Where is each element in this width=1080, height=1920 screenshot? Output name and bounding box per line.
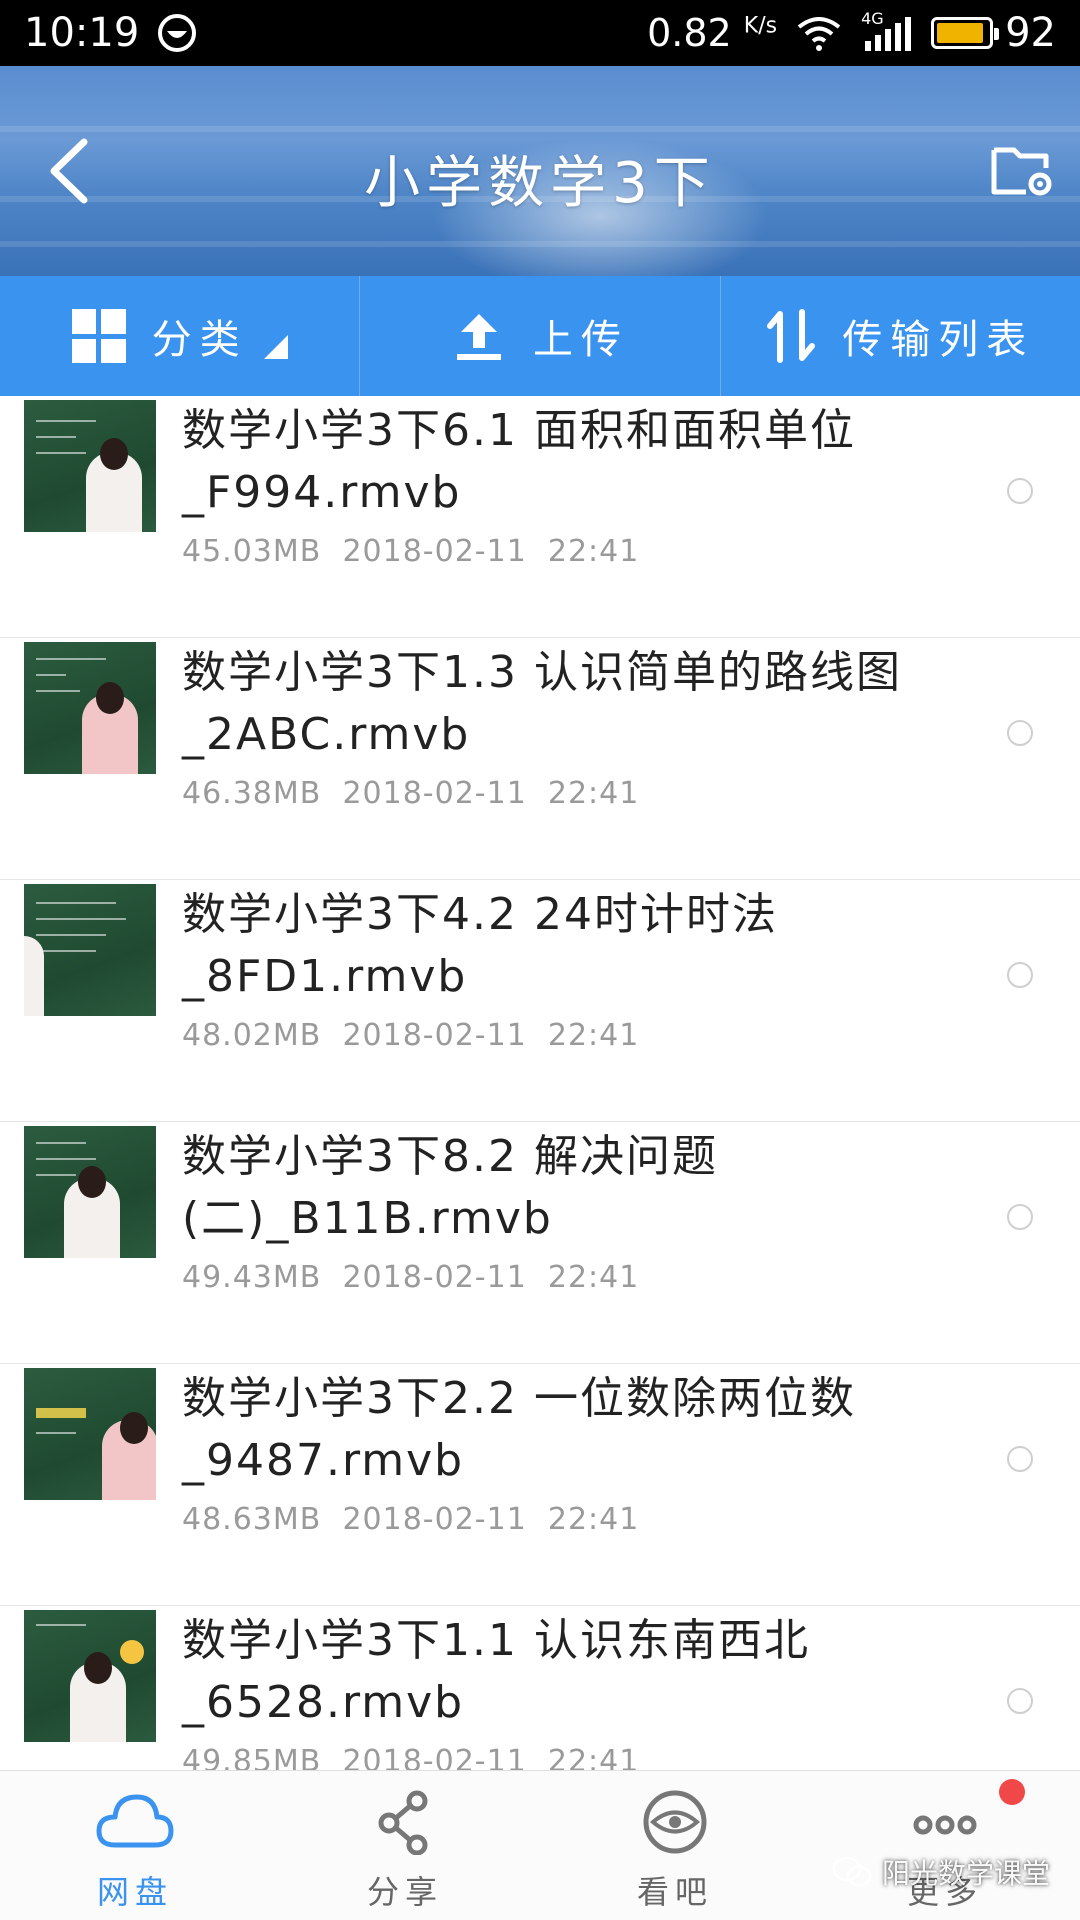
signal-indicator: 4G [861, 9, 913, 53]
file-time: 22:41 [547, 1744, 640, 1770]
status-time: 10:19 [24, 10, 140, 56]
file-meta: 45.03MB 2018-02-11 22:41 [182, 534, 639, 569]
file-meta: 48.02MB 2018-02-11 22:41 [182, 1018, 639, 1053]
file-list-item[interactable]: 数学小学3下6.1 面积和面积单位_F994.rmvb 45.03MB 2018… [0, 396, 1080, 638]
nav-label-watch: 看吧 [636, 1873, 713, 1911]
notification-dot [999, 1779, 1025, 1805]
video-thumbnail [24, 1126, 156, 1258]
file-meta: 49.85MB 2018-02-11 22:41 [182, 1744, 639, 1770]
battery-icon [931, 17, 1000, 49]
file-size: 48.02MB [182, 1018, 322, 1053]
file-name: 数学小学3下2.2 一位数除两位数_9487.rmvb [182, 1373, 856, 1486]
select-radio[interactable] [1007, 720, 1033, 746]
video-thumbnail [24, 1610, 156, 1742]
watermark-text: 阳光数学课堂 [881, 1857, 1050, 1890]
file-size: 46.38MB [182, 776, 322, 811]
header: 小学数学3下 [0, 66, 1080, 276]
battery-indicator: 92 [931, 10, 1056, 56]
folder-settings-button[interactable] [990, 140, 1054, 200]
file-size: 45.03MB [182, 534, 322, 569]
file-size: 48.63MB [182, 1502, 322, 1537]
file-list-item[interactable]: 数学小学3下1.1 认识东南西北_6528.rmvb 49.85MB 2018-… [0, 1606, 1080, 1770]
upload-icon [456, 314, 501, 360]
file-date: 2018-02-11 [342, 1502, 527, 1537]
file-name: 数学小学3下1.1 认识东南西北_6528.rmvb [182, 1615, 810, 1728]
category-button[interactable]: 分类 [0, 276, 361, 396]
file-name: 数学小学3下6.1 面积和面积单位_F994.rmvb [182, 405, 856, 518]
category-label: 分类 [151, 317, 248, 363]
app-notification-icon [158, 14, 197, 52]
dropdown-caret-icon [263, 335, 288, 359]
nav-label-netdisk: 网盘 [96, 1873, 173, 1911]
file-list-item[interactable]: 数学小学3下8.2 解决问题(二)_B11B.rmvb 49.43MB 2018… [0, 1122, 1080, 1364]
toolbar: 分类 上传 传输列表 [0, 276, 1080, 396]
file-date: 2018-02-11 [342, 1260, 527, 1295]
file-date: 2018-02-11 [342, 776, 527, 811]
wifi-icon [797, 17, 841, 51]
eye-icon [643, 1790, 707, 1854]
file-date: 2018-02-11 [342, 1018, 527, 1053]
transfer-list-button[interactable]: 传输列表 [721, 276, 1080, 396]
file-meta: 46.38MB 2018-02-11 22:41 [182, 776, 639, 811]
nav-item-netdisk[interactable]: 网盘 [0, 1771, 270, 1920]
file-time: 22:41 [547, 776, 640, 811]
status-bar: 10:19 0.82 K/s 4G 92 [0, 0, 1080, 66]
grid-icon [71, 309, 126, 363]
nav-item-more[interactable]: 更多 [810, 1771, 1080, 1920]
more-icon [913, 1815, 977, 1835]
share-icon [378, 1790, 428, 1855]
wechat-icon [832, 1856, 872, 1887]
select-radio[interactable] [1007, 478, 1033, 504]
transfer-list-label: 传输列表 [842, 317, 1035, 363]
file-size: 49.43MB [182, 1260, 322, 1295]
video-thumbnail [24, 400, 156, 532]
battery-percent: 92 [1005, 10, 1056, 56]
file-list-item[interactable]: 数学小学3下1.3 认识简单的路线图_2ABC.rmvb 46.38MB 201… [0, 638, 1080, 880]
page-title: 小学数学3下 [364, 151, 716, 216]
file-name: 数学小学3下1.3 认识简单的路线图_2ABC.rmvb [182, 647, 902, 760]
cloud-icon [96, 1794, 174, 1848]
video-thumbnail [24, 884, 156, 1016]
bottom-nav: 网盘 分享 看吧 更多 [0, 1770, 1080, 1920]
signal-icon [865, 17, 912, 51]
upload-label: 上传 [532, 317, 629, 363]
select-radio[interactable] [1007, 962, 1033, 988]
folder-settings-icon [991, 147, 1052, 196]
network-speed: 0.82 K/s [647, 11, 777, 55]
file-meta: 48.63MB 2018-02-11 22:41 [182, 1502, 639, 1537]
network-speed-unit: K/s [743, 13, 778, 39]
file-name: 数学小学3下8.2 解决问题(二)_B11B.rmvb [182, 1131, 718, 1244]
transfer-arrows-icon [767, 309, 816, 363]
select-radio[interactable] [1007, 1204, 1033, 1230]
watermark: 阳光数学课堂 [832, 1852, 1050, 1892]
select-radio[interactable] [1007, 1688, 1033, 1714]
file-list-item[interactable]: 数学小学3下2.2 一位数除两位数_9487.rmvb 48.63MB 2018… [0, 1364, 1080, 1606]
file-date: 2018-02-11 [342, 1744, 527, 1770]
file-time: 22:41 [547, 1260, 640, 1295]
file-meta: 49.43MB 2018-02-11 22:41 [182, 1260, 639, 1295]
file-time: 22:41 [547, 1018, 640, 1053]
nav-item-share[interactable]: 分享 [270, 1771, 540, 1920]
select-radio[interactable] [1007, 1446, 1033, 1472]
video-thumbnail [24, 642, 156, 774]
file-list: 数学小学3下6.1 面积和面积单位_F994.rmvb 45.03MB 2018… [0, 396, 1080, 1770]
file-date: 2018-02-11 [342, 534, 527, 569]
nav-item-watch[interactable]: 看吧 [540, 1771, 810, 1920]
file-name: 数学小学3下4.2 24时计时法_8FD1.rmvb [182, 889, 778, 1002]
file-size: 49.85MB [182, 1744, 322, 1770]
video-thumbnail [24, 1368, 156, 1500]
network-speed-value: 0.82 [647, 11, 732, 55]
file-time: 22:41 [547, 534, 640, 569]
nav-label-share: 分享 [366, 1873, 443, 1911]
file-time: 22:41 [547, 1502, 640, 1537]
upload-button[interactable]: 上传 [360, 276, 721, 396]
file-list-item[interactable]: 数学小学3下4.2 24时计时法_8FD1.rmvb 48.02MB 2018-… [0, 880, 1080, 1122]
